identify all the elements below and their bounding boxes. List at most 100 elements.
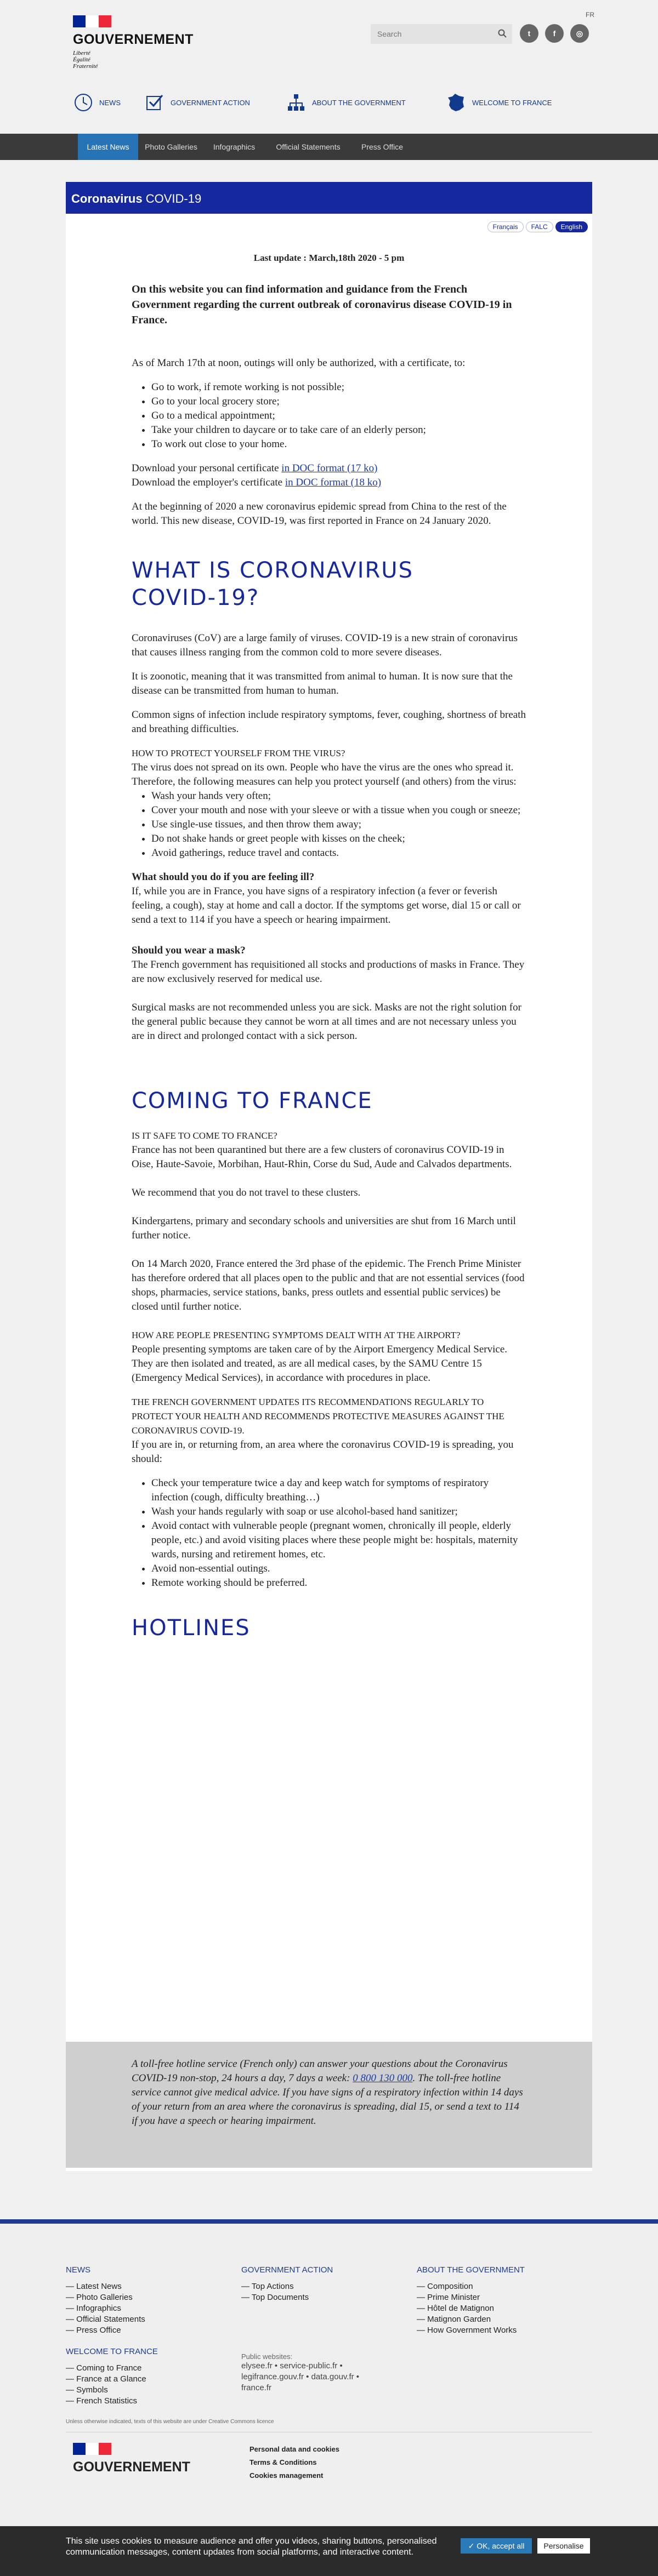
- safe-paragraph: France has not been quarantined but ther…: [132, 1144, 512, 1170]
- footer-link[interactable]: Prime Minister: [417, 2292, 525, 2303]
- footer-link[interactable]: Latest News: [66, 2281, 158, 2292]
- footer-legal-links: Personal data and cookies Terms & Condit…: [249, 2443, 339, 2482]
- banner-title-bold: Coronavirus: [71, 192, 143, 205]
- language-link[interactable]: FR: [586, 11, 594, 19]
- nav-item-about-government[interactable]: ABOUT THE GOVERNMENT: [286, 92, 406, 125]
- footer-link[interactable]: Press Office: [66, 2325, 158, 2336]
- hotline-number-link[interactable]: 0 800 130 000: [353, 2072, 412, 2084]
- lead-paragraph: On this website you can find information…: [132, 283, 512, 326]
- instagram-icon[interactable]: ◎: [570, 24, 589, 43]
- france-map-icon: [448, 94, 464, 111]
- personal-data-link[interactable]: Personal data and cookies: [249, 2443, 339, 2456]
- download-employer: Download the employer's certificate in D…: [132, 476, 526, 490]
- search-icon[interactable]: [498, 29, 507, 38]
- footer-link[interactable]: Infographics: [66, 2303, 158, 2314]
- checkbox-icon: [146, 95, 163, 110]
- outings-list: Go to work, if remote working is not pos…: [132, 380, 526, 452]
- airport-heading: HOW ARE PEOPLE PRESENTING SYMPTOMS DEALT…: [132, 1330, 461, 1340]
- nav-item-news[interactable]: NEWS: [73, 92, 121, 125]
- footer-link[interactable]: Photo Galleries: [66, 2292, 158, 2303]
- list-item: Avoid contact with vulnerable people (pr…: [151, 1519, 526, 1562]
- list-item: Go to work, if remote working is not pos…: [151, 380, 526, 395]
- footer-link[interactable]: French Statistics: [66, 2396, 158, 2407]
- facebook-icon[interactable]: f: [545, 24, 564, 43]
- updates-paragraph: If you are in, or returning from, an are…: [132, 1439, 514, 1465]
- gov-name: GOUVERNEMENT: [73, 32, 194, 47]
- subnav-item-press-office[interactable]: Press Office: [352, 134, 412, 160]
- footer-link[interactable]: Coming to France: [66, 2363, 158, 2374]
- footer-heading[interactable]: ABOUT THE GOVERNMENT: [417, 2265, 525, 2275]
- footer-column-action: GOVERNMENT ACTION Top Actions Top Docume…: [241, 2265, 384, 2394]
- footer-link[interactable]: Symbols: [66, 2385, 158, 2396]
- lang-english-button[interactable]: English: [555, 221, 588, 232]
- section-title-coming: COMING TO FRANCE: [132, 1088, 373, 1113]
- schools-paragraph: Kindergartens, primary and secondary sch…: [132, 1215, 516, 1241]
- intro-paragraph: At the beginning of 2020 a new coronavir…: [132, 501, 507, 527]
- accept-cookies-button[interactable]: ✓ OK, accept all: [461, 2538, 532, 2554]
- protect-paragraph: The virus does not spread on its own. Pe…: [132, 762, 517, 787]
- subnav-item-official-statements[interactable]: Official Statements: [264, 134, 352, 160]
- public-websites-label: Public websites:: [241, 2352, 293, 2361]
- clock-icon: [75, 94, 92, 111]
- motto-line: Fraternité: [73, 63, 98, 70]
- footer-link[interactable]: Hôtel de Matignon: [417, 2303, 525, 2314]
- download-employer-text: Download the employer's certificate: [132, 477, 285, 488]
- footer-link[interactable]: France at a Glance: [66, 2374, 158, 2385]
- updates-heading: THE FRENCH GOVERNMENT UPDATES ITS RECOMM…: [132, 1397, 504, 1436]
- employer-certificate-link[interactable]: in DOC format (18 ko): [285, 477, 381, 488]
- footer-link[interactable]: Top Documents: [241, 2292, 384, 2303]
- section-title-hotlines: HOTLINES: [132, 1615, 251, 1641]
- french-flag-icon: [73, 2443, 111, 2455]
- list-item: Go to your local grocery store;: [151, 395, 526, 409]
- nav-label: WELCOME TO FRANCE: [472, 99, 552, 107]
- footer-link[interactable]: Matignon Garden: [417, 2314, 525, 2325]
- hotline-box: A toll-free hotline service (French only…: [66, 2042, 592, 2168]
- footer-column-news: NEWS Latest News Photo Galleries Infogra…: [66, 2265, 158, 2407]
- footer-heading[interactable]: NEWS: [66, 2265, 158, 2275]
- footer-link[interactable]: Top Actions: [241, 2281, 384, 2292]
- personalise-cookies-button[interactable]: Personalise: [537, 2538, 590, 2554]
- cookies-management-link[interactable]: Cookies management: [249, 2469, 339, 2482]
- list-item: Go to a medical appointment;: [151, 409, 526, 423]
- cookie-banner: This site uses cookies to measure audien…: [0, 2526, 658, 2576]
- protect-heading: HOW TO PROTECT YOURSELF FROM THE VIRUS?: [132, 748, 345, 758]
- lang-french-button[interactable]: Français: [487, 221, 524, 232]
- search-input[interactable]: [371, 30, 491, 38]
- safe-heading: IS IT SAFE TO COME TO FRANCE?: [132, 1130, 277, 1141]
- list-item: Cover your mouth and nose with your slee…: [151, 803, 526, 818]
- motto: Liberté Égalité Fraternité: [73, 50, 194, 70]
- footer-gov-name: GOUVERNEMENT: [73, 2459, 190, 2475]
- subnav-item-latest-news[interactable]: Latest News: [78, 134, 138, 160]
- airport-paragraph: People presenting symptoms are taken car…: [132, 1344, 508, 1384]
- government-logo[interactable]: GOUVERNEMENT Liberté Égalité Fraternité: [73, 15, 194, 70]
- footer-logo[interactable]: GOUVERNEMENT: [73, 2443, 190, 2475]
- list-item: Wash your hands regularly with soap or u…: [151, 1505, 526, 1519]
- org-chart-icon: [288, 94, 304, 111]
- site-footer: NEWS Latest News Photo Galleries Infogra…: [0, 2219, 658, 2526]
- terms-link[interactable]: Terms & Conditions: [249, 2456, 339, 2469]
- public-websites-list[interactable]: elysee.fr • service-public.fr • legifran…: [241, 2361, 384, 2394]
- nav-item-government-action[interactable]: GOVERNMENT ACTION: [144, 92, 250, 125]
- list-item: Check your temperature twice a day and k…: [151, 1476, 526, 1505]
- footer-link[interactable]: Composition: [417, 2281, 525, 2292]
- mask-heading: Should you wear a mask?: [132, 945, 246, 956]
- footer-heading[interactable]: GOVERNMENT ACTION: [241, 2265, 384, 2275]
- subnav-item-infographics[interactable]: Infographics: [204, 134, 264, 160]
- lang-falc-button[interactable]: FALC: [525, 221, 553, 232]
- footer-link[interactable]: Official Statements: [66, 2314, 158, 2325]
- last-update: Last update : March,18th 2020 - 5 pm: [253, 253, 405, 263]
- subnav-item-photo-galleries[interactable]: Photo Galleries: [138, 134, 204, 160]
- nav-item-welcome-france[interactable]: WELCOME TO FRANCE: [446, 92, 552, 125]
- footer-heading[interactable]: WELCOME TO FRANCE: [66, 2347, 158, 2356]
- phase-paragraph: On 14 March 2020, France entered the 3rd…: [132, 1258, 525, 1312]
- search-box: [371, 24, 512, 44]
- list-item: To work out close to your home.: [151, 437, 526, 452]
- license-note: Unless otherwise indicated, texts of thi…: [66, 2419, 274, 2425]
- list-item: Avoid non-essential outings.: [151, 1562, 526, 1576]
- footer-link[interactable]: How Government Works: [417, 2325, 525, 2336]
- twitter-icon[interactable]: t: [520, 24, 538, 43]
- language-switcher: Français FALC English: [487, 221, 588, 232]
- personal-certificate-link[interactable]: in DOC format (17 ko): [281, 462, 377, 474]
- motto-line: Égalité: [73, 56, 90, 63]
- nav-label: GOVERNMENT ACTION: [171, 99, 250, 107]
